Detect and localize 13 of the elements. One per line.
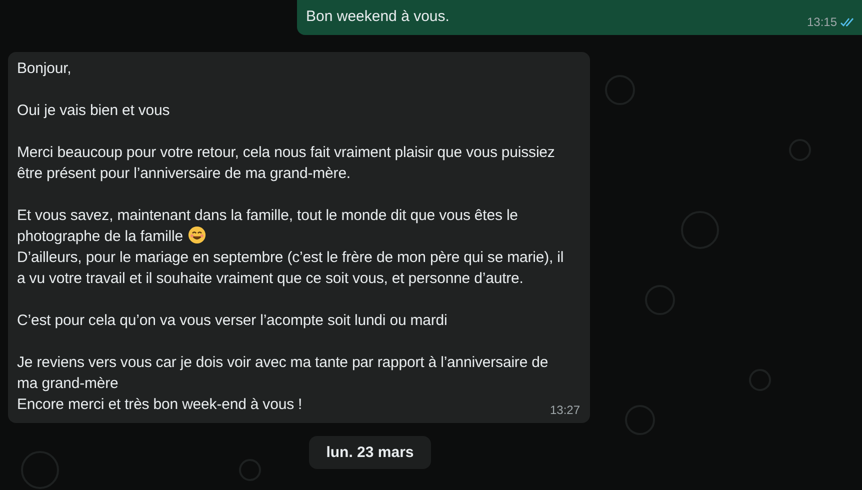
message-text: Encore merci et très bon week-end à vous !	[17, 395, 302, 415]
message-text: Bonjour,	[17, 59, 72, 79]
message-text: Je reviens vers vous car je dois voir avec ma tante par rapport à l’anniversaire de ma grand-mère	[17, 353, 550, 394]
message-time: 13:15	[806, 15, 837, 29]
message-time: 13:27	[550, 403, 580, 417]
message-text: Oui je vais bien et vous	[17, 101, 170, 121]
message-text: D’ailleurs, pour le mariage en septembre (c’est le frère de mon père qui se marie), il a vu votre travail et il souhaite vraiment que ce soit vous, et personne d’autre.	[17, 248, 565, 289]
message-text: Bon weekend à vous.	[306, 7, 450, 27]
date-separator: lun. 23 mars	[309, 436, 431, 469]
message-text: Merci beaucoup pour votre retour, cela nous fait vraiment plaisir que vous puissiez être présent pour l’anniversaire de ma grand-mère.	[17, 143, 556, 184]
message-text: C’est pour cela qu’on va vous verser l’acompte soit lundi ou mardi	[17, 311, 448, 331]
smiling-face-icon	[188, 226, 206, 244]
message-text: Et vous savez, maintenant dans la famille, tout le monde dit que vous êtes le photographe de la famille	[17, 206, 519, 247]
